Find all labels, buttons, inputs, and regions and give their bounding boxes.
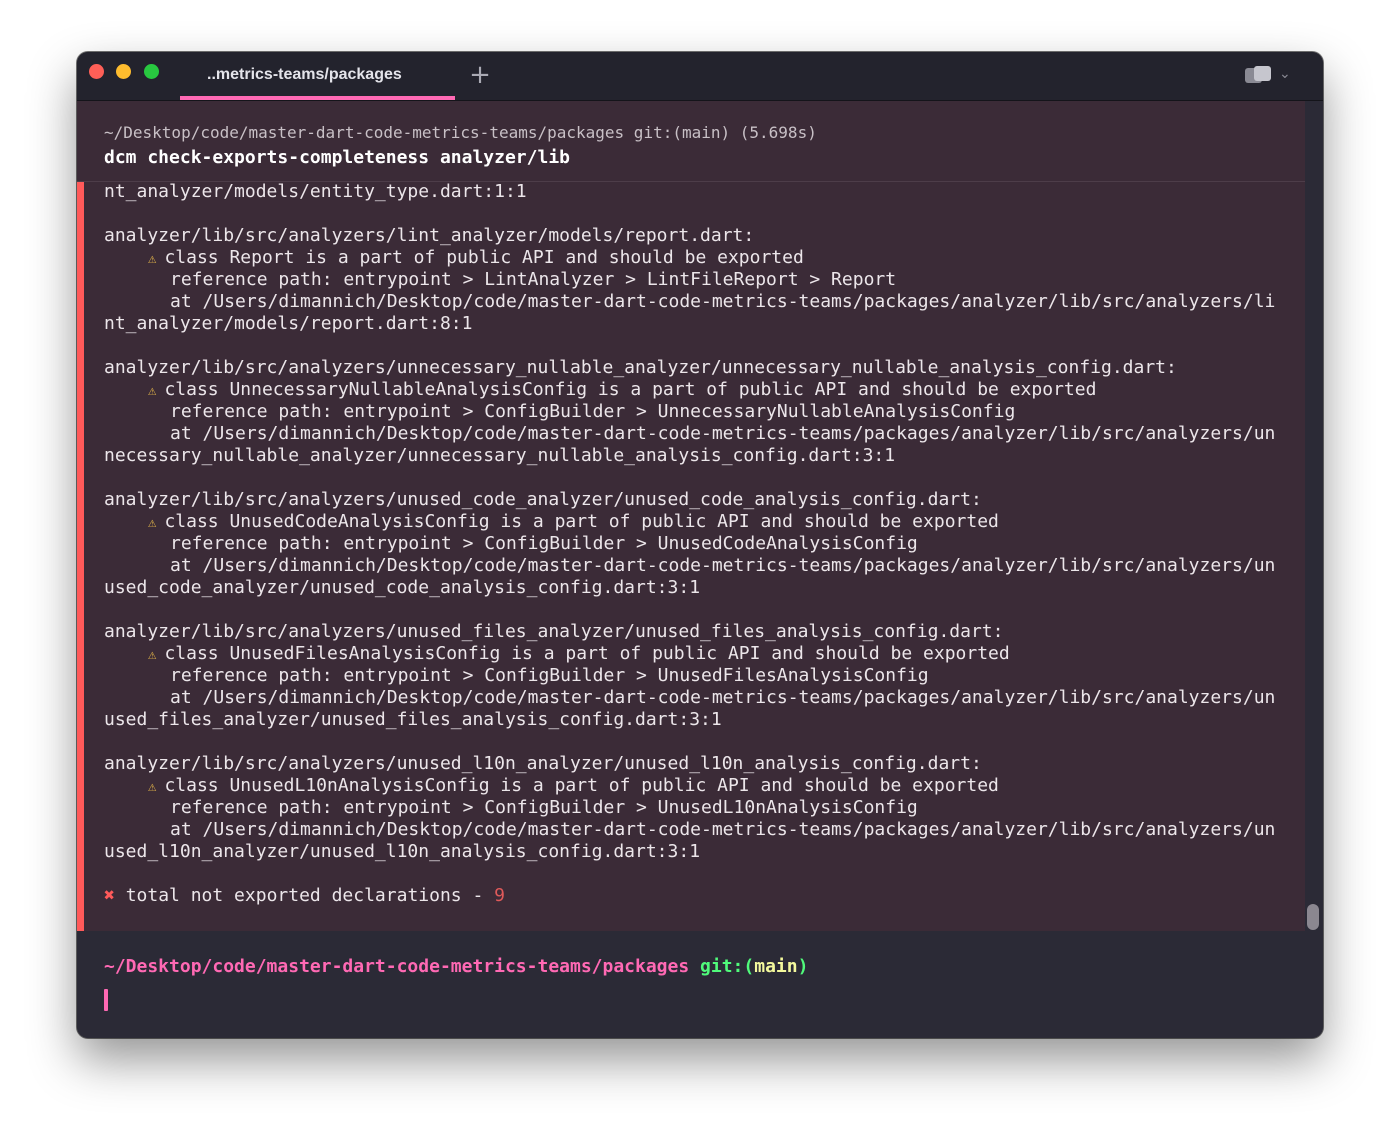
- issue-location-continued: used_files_analyzer/unused_files_analysi…: [104, 709, 722, 730]
- issue-entry: analyzer/lib/src/analyzers/lint_analyzer…: [104, 225, 1299, 357]
- issue-reference-path: reference path: entrypoint > ConfigBuild…: [170, 665, 929, 686]
- zoom-window-button[interactable]: [144, 64, 159, 79]
- command-output-block[interactable]: nt_analyzer/models/entity_type.dart:1:1 …: [77, 101, 1305, 931]
- prompt-input-area[interactable]: ~/Desktop/code/master-dart-code-metrics-…: [77, 932, 1323, 1038]
- issue-entry: analyzer/lib/src/analyzers/unnecessary_n…: [104, 357, 1299, 489]
- issue-entry: analyzer/lib/src/analyzers/unused_l10n_a…: [104, 753, 1299, 885]
- issue-message: ⚠ class Report is a part of public API an…: [148, 247, 804, 268]
- issue-location-continued: used_l10n_analyzer/unused_l10n_analysis_…: [104, 841, 701, 862]
- issue-message: ⚠ class UnnecessaryNullableAnalysisConfig…: [148, 379, 1097, 400]
- new-tab-plus-icon[interactable]: +: [467, 62, 493, 88]
- block-path-info: ~/Desktop/code/master-dart-code-metrics-…: [104, 123, 817, 142]
- issue-reference-path: reference path: entrypoint > ConfigBuild…: [170, 401, 1016, 422]
- summary-text: total not exported declarations -: [125, 885, 495, 906]
- prompt-line: ~/Desktop/code/master-dart-code-metrics-…: [104, 956, 809, 977]
- tab-title: ..metrics-teams/packages: [207, 66, 402, 83]
- issue-file: analyzer/lib/src/analyzers/unused_code_a…: [104, 489, 982, 510]
- chevron-down-icon: ⌄: [1279, 66, 1291, 82]
- window-layout-menu[interactable]: ⌄: [1245, 66, 1297, 86]
- issue-reference-path: reference path: entrypoint > LintAnalyze…: [170, 269, 897, 290]
- issue-location-continued: nt_analyzer/models/report.dart:8:1: [104, 313, 473, 334]
- issue-message: ⚠ class UnusedCodeAnalysisConfig is a par…: [148, 511, 999, 532]
- block-command: dcm check-exports-completeness analyzer/…: [104, 147, 570, 168]
- issue-entry: analyzer/lib/src/analyzers/unused_code_a…: [104, 489, 1299, 621]
- prompt-branch: main: [754, 956, 798, 977]
- warning-icon: ⚠: [148, 515, 157, 531]
- issue-location: at /Users/dimannich/Desktop/code/master-…: [170, 291, 1276, 312]
- warning-icon: ⚠: [148, 647, 157, 663]
- panes-icon-front: [1254, 66, 1271, 81]
- issue-location: at /Users/dimannich/Desktop/code/master-…: [170, 423, 1276, 444]
- issue-location: at /Users/dimannich/Desktop/code/master-…: [170, 819, 1276, 840]
- error-accent-bar: [77, 101, 84, 931]
- tab-active-indicator: [180, 96, 455, 100]
- prompt-path: ~/Desktop/code/master-dart-code-metrics-…: [104, 956, 690, 977]
- minimize-window-button[interactable]: [116, 64, 131, 79]
- tab-active[interactable]: ..metrics-teams/packages: [180, 52, 455, 100]
- issue-message: ⚠ class UnusedL10nAnalysisConfig is a par…: [148, 775, 999, 796]
- terminal-window: ..metrics-teams/packages + ⌄ nt_analyzer…: [77, 52, 1323, 1038]
- issue-file: analyzer/lib/src/analyzers/lint_analyzer…: [104, 225, 755, 246]
- issue-location-continued: necessary_nullable_analyzer/unnecessary_…: [104, 445, 896, 466]
- issue-file: analyzer/lib/src/analyzers/unused_l10n_a…: [104, 753, 982, 774]
- issue-file: analyzer/lib/src/analyzers/unused_files_…: [104, 621, 1004, 642]
- title-bar: ..metrics-teams/packages + ⌄: [77, 52, 1323, 101]
- scrollbar-thumb[interactable]: [1307, 904, 1319, 930]
- summary-count: 9: [494, 885, 505, 906]
- warning-icon: ⚠: [148, 383, 157, 399]
- issue-location-continued: used_code_analyzer/unused_code_analysis_…: [104, 577, 701, 598]
- output-line: nt_analyzer/models/entity_type.dart:1:1: [104, 181, 527, 202]
- issue-reference-path: reference path: entrypoint > ConfigBuild…: [170, 533, 918, 554]
- issue-file: analyzer/lib/src/analyzers/unnecessary_n…: [104, 357, 1177, 378]
- error-x-icon: ✖: [104, 885, 115, 906]
- block-header: ~/Desktop/code/master-dart-code-metrics-…: [77, 101, 1305, 182]
- issue-reference-path: reference path: entrypoint > ConfigBuild…: [170, 797, 918, 818]
- issue-entry: analyzer/lib/src/analyzers/unused_files_…: [104, 621, 1299, 753]
- command-output: nt_analyzer/models/entity_type.dart:1:1 …: [104, 181, 1299, 907]
- close-window-button[interactable]: [89, 64, 104, 79]
- summary-line: ✖ total not exported declarations - 9: [104, 885, 1299, 907]
- prompt-git-label: git:: [700, 956, 744, 977]
- warning-icon: ⚠: [148, 251, 157, 267]
- issue-location: at /Users/dimannich/Desktop/code/master-…: [170, 555, 1276, 576]
- warning-icon: ⚠: [148, 779, 157, 795]
- text-cursor[interactable]: [104, 989, 108, 1011]
- issue-list: analyzer/lib/src/analyzers/lint_analyzer…: [104, 225, 1299, 885]
- issue-location: at /Users/dimannich/Desktop/code/master-…: [170, 687, 1276, 708]
- issue-message: ⚠ class UnusedFilesAnalysisConfig is a pa…: [148, 643, 1010, 664]
